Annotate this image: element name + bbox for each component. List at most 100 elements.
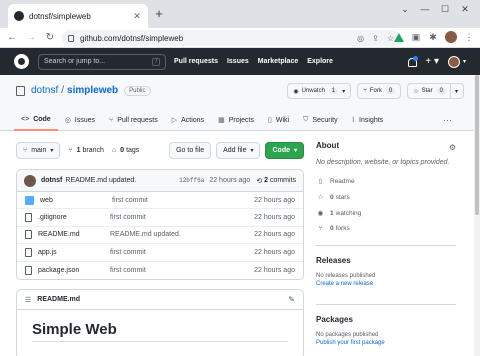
caret-down-icon[interactable]: ▾ [455,88,458,95]
puzzle-icon[interactable]: ✱ [428,32,438,42]
branch-icon: ⑂ [68,146,73,154]
url-text: github.com/dotnsf/simpleweb [80,33,184,43]
google-drive-icon[interactable] [394,32,404,42]
create-new-plus-icon[interactable]: + ▾ [425,56,439,67]
tab-wiki[interactable]: ▯ Wiki [261,109,296,131]
nav-explore[interactable]: Explore [307,58,333,65]
play-icon: ▷ [171,117,178,124]
more-tabs-icon[interactable]: ··· [443,115,452,125]
profile-avatar[interactable] [445,31,457,43]
reload-icon[interactable]: ↻ [43,31,57,45]
tab-close-icon[interactable]: ✕ [132,11,142,22]
file-name[interactable]: .gitignore [38,214,110,221]
user-menu[interactable]: ▾ [447,55,466,68]
tab-projects[interactable]: ▦ Projects [211,109,261,131]
chevron-down-icon[interactable]: ⌄ [398,4,412,15]
file-commit-message[interactable]: first commit [110,214,254,221]
publish-package-link[interactable]: Publish your first package [316,340,456,346]
address-bar[interactable]: github.com/dotnsf/simpleweb ◎ ⇪ ☆ [62,30,400,46]
tags-link[interactable]: ⌂ 0 tags [112,147,139,154]
nav-pull-requests[interactable]: Pull requests [174,58,218,65]
commit-message[interactable]: README.md updated. [65,177,179,184]
header-actions: + ▾ ▾ [407,55,466,68]
tab-issues[interactable]: ◎ Issues [58,109,102,131]
bookmark-star-icon[interactable]: ☆ [387,34,394,43]
commit-count: 2 [264,177,268,184]
branch-select[interactable]: ⑂ main ▾ [16,141,61,159]
fork-button[interactable]: ⑂ Fork 0 [357,83,402,99]
search-input[interactable]: Search or jump to... / [38,53,166,70]
tab-security[interactable]: ⛉ Security [296,109,345,131]
add-file-button[interactable]: Add file ▾ [216,141,261,159]
tab-pull-requests[interactable]: ⑂ Pull requests [102,109,165,131]
extension-square-icon[interactable]: ▣ [411,32,421,42]
file-name[interactable]: README.md [38,231,110,238]
back-arrow-icon[interactable]: ← [5,31,19,45]
maximize-button[interactable]: ☐ [438,4,452,15]
file-commit-message[interactable]: first commit [110,249,254,256]
table-row: package.json first commit 22 hours ago [17,262,303,279]
repo-name-link[interactable]: simpleweb [67,85,118,96]
file-name[interactable]: app.js [38,249,110,256]
commit-sha[interactable]: 12bff6a [179,177,204,184]
table-row: app.js first commit 22 hours ago [17,244,303,262]
minimize-button[interactable]: — [418,4,432,14]
scrollbar-thumb[interactable] [475,75,479,215]
github-logo-icon[interactable] [14,54,29,69]
forks-link[interactable]: ⑂ 0 forks [316,225,456,232]
commit-author[interactable]: dotnsf [41,177,62,184]
star-button[interactable]: ☆ Star 0 ▾ [407,83,464,99]
page-scrollbar[interactable] [474,75,480,356]
file-age: 22 hours ago [254,248,295,256]
about-description: No description, website, or topics provi… [316,159,450,166]
go-to-file-button[interactable]: Go to file [169,141,212,159]
about-title: About [316,141,340,150]
menu-dots-icon[interactable]: ⋮ [464,32,474,42]
new-tab-button[interactable]: + [152,7,166,21]
list-icon[interactable]: ☰ [25,296,31,304]
tab-code[interactable]: <> Code [14,109,58,131]
share-icon[interactable]: ⇪ [372,34,379,43]
file-commit-message[interactable]: first commit [112,197,254,204]
close-window-button[interactable]: ✕ [458,4,472,15]
notification-bell-icon[interactable] [407,55,419,67]
packages-title[interactable]: Packages [316,315,456,324]
search-placeholder: Search or jump to... [44,58,106,65]
tab-projects-label: Projects [228,116,254,124]
browser-tab[interactable]: dotnsf/simpleweb ✕ [8,4,148,28]
star-count: 0 [436,88,446,94]
divider [449,83,451,99]
pencil-icon[interactable]: ✎ [288,295,295,304]
nav-marketplace[interactable]: Marketplace [258,58,298,65]
commits-link[interactable]: ⟲ 2 commits [256,177,296,185]
readme-heading: Simple Web [32,321,117,338]
watchers-link[interactable]: ◉ 1 watching [316,209,456,218]
readme-filename[interactable]: README.md [37,296,288,303]
file-commit-message[interactable]: README.md updated. [110,231,254,238]
code-button[interactable]: Code ▾ [265,141,304,159]
forward-arrow-icon[interactable]: → [24,31,38,45]
gear-icon[interactable]: ⚙ [449,143,456,152]
repo-tabs: <> Code ◎ Issues ⑂ Pull requests ▷ Actio… [14,109,390,131]
repo-header: dotnsf / simpleweb Public ◉ Unwatch 1 ▾ … [0,75,480,131]
avatar[interactable] [24,174,36,187]
tab-actions-label: Actions [181,116,205,124]
unwatch-label: Unwatch [301,88,325,94]
create-release-link[interactable]: Create a new release [316,281,456,287]
file-name[interactable]: web [40,197,112,204]
file-name[interactable]: package.json [38,267,110,274]
star-icon: ☆ [413,88,419,95]
unwatch-button[interactable]: ◉ Unwatch 1 ▾ [287,83,352,99]
branches-link[interactable]: ⑂ 1 branch [68,147,104,154]
tab-actions[interactable]: ▷ Actions [165,109,211,131]
file-commit-message[interactable]: first commit [110,267,254,274]
repo-owner-link[interactable]: dotnsf [31,85,58,96]
stars-link[interactable]: ☆ 0 stars [316,193,456,202]
releases-title[interactable]: Releases [316,256,456,265]
readme-link[interactable]: ▯ Readme [316,177,456,186]
tab-insights[interactable]: ⌇ Insights [345,109,391,131]
google-lens-icon[interactable]: ◎ [357,34,364,43]
stars-word: stars [335,193,350,201]
eye-icon: ◉ [293,88,299,95]
nav-issues[interactable]: Issues [227,58,249,65]
